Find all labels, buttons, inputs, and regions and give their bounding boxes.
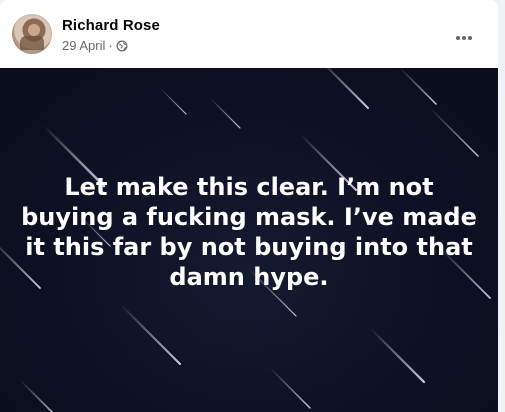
meta-separator: · (108, 38, 113, 53)
feed-background-strip (498, 0, 505, 412)
post-overlay-text: Let make this clear. I’m not buying a fu… (21, 173, 477, 291)
author-name[interactable]: Richard Rose (62, 17, 160, 34)
post-text-background-image[interactable]: Let make this clear. I’m not buying a fu… (0, 68, 498, 412)
author-avatar[interactable] (12, 14, 52, 54)
post-header: Richard Rose 29 April · (0, 0, 498, 68)
post-card: Richard Rose 29 April · Let make this cl… (0, 0, 498, 412)
more-options-icon[interactable] (446, 20, 482, 56)
post-date[interactable]: 29 April (62, 38, 105, 53)
post-meta: 29 April · (62, 38, 128, 53)
globe-icon[interactable] (116, 40, 128, 52)
